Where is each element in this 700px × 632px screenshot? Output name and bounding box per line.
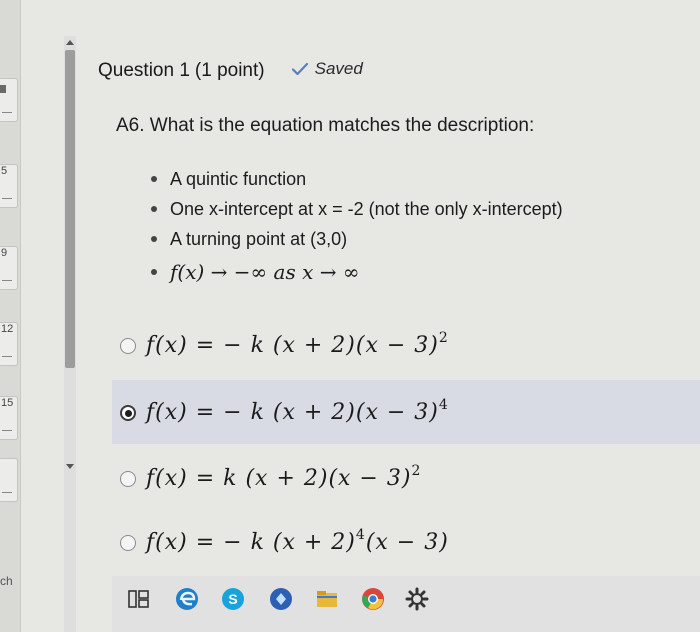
chrome-icon[interactable] [360,586,386,612]
nav-tile-underline [2,430,12,431]
description-item: f(x) → −∞ as x → ∞ [148,254,563,287]
question-prompt: A6. What is the equation matches the des… [116,115,535,136]
answer-option-c[interactable]: f(x) = k (x + 2)(x − 3)2 [120,463,422,491]
description-text: f(x) → −∞ as x → ∞ [170,260,360,284]
radio-button[interactable] [120,337,136,354]
answer-option-d[interactable]: f(x) = − k (x + 2)4(x − 3) [120,527,449,555]
option-equation: f(x) = − k (x + 2)4(x − 3) [146,527,449,555]
description-item: A quintic function [148,164,563,194]
saved-label: Saved [314,59,363,78]
nav-tile[interactable]: 5 [0,164,18,208]
answer-option-b[interactable]: f(x) = − k (x + 2)(x − 3)4 [120,397,449,425]
skype-icon[interactable]: S [220,586,246,612]
bullet-dot [151,269,157,275]
file-explorer-icon[interactable] [314,586,340,612]
question-nav-strip: 5 9 12 15 ch [0,0,21,632]
equation-text: f(x) = − k (x + 2)(x − 3) [146,400,439,425]
equation-exponent: 2 [438,330,449,346]
scroll-down-arrow-icon[interactable] [66,464,74,469]
radio-button[interactable] [120,534,136,551]
option-equation: f(x) = − k (x + 2)(x − 3)4 [146,397,449,425]
task-view-icon[interactable] [126,586,152,612]
teams-icon[interactable] [268,586,294,612]
question-points: (1 point) [194,60,265,81]
bullet-dot [151,206,157,212]
nav-tile-underline [2,112,12,113]
scroll-up-arrow-icon[interactable] [66,40,74,45]
settings-gear-icon[interactable] [404,586,430,612]
equation-text: f(x) = k (x + 2)(x − 3) [146,466,412,491]
radio-button-selected[interactable] [120,404,136,421]
equation-text: f(x) = − k (x + 2) [146,530,356,555]
checkmark-icon [291,62,308,76]
nav-tile[interactable] [0,78,18,122]
equation-exponent: 4 [438,397,449,413]
scrollbar-thumb[interactable] [65,50,75,368]
nav-tile-number: 15 [1,397,14,409]
svg-text:S: S [228,591,237,607]
nav-tile-underline [2,280,12,281]
nav-tile-number: 9 [1,247,8,259]
nav-tile-underline [2,198,12,199]
description-text: One x-intercept at x = -2 (not the only … [170,199,563,219]
description-item: A turning point at (3,0) [148,224,563,254]
option-equation: f(x) = k (x + 2)(x − 3)2 [146,463,422,491]
nav-tile-number: 5 [1,165,8,177]
nav-tile[interactable]: 9 [0,246,18,290]
nav-tile-underline [2,356,12,357]
saved-status: Saved [291,59,363,79]
bullet-dot [151,236,157,242]
question-header: Question 1 (1 point) Saved [98,59,363,82]
question-title: Question 1 [98,60,190,81]
nav-bottom-label: ch [0,574,13,588]
description-item: One x-intercept at x = -2 (not the only … [148,194,563,224]
radio-button[interactable] [120,470,136,487]
edge-browser-icon[interactable] [174,586,200,612]
equation-text-tail: (x − 3) [365,530,449,555]
nav-tile-underline [2,492,12,493]
description-text: A turning point at (3,0) [170,229,348,249]
option-equation: f(x) = − k (x + 2)(x − 3)2 [146,330,449,358]
nav-tile[interactable] [0,458,18,502]
bullet-dot [151,176,157,182]
nav-tile[interactable]: 12 [0,322,18,366]
equation-exponent: 4 [355,527,366,543]
answer-option-a[interactable]: f(x) = − k (x + 2)(x − 3)2 [120,330,449,358]
nav-tile[interactable]: 15 [0,396,18,440]
description-list: A quintic function One x-intercept at x … [148,164,563,287]
nav-tile-marker [0,85,6,93]
description-text: A quintic function [170,169,307,189]
equation-text: f(x) = − k (x + 2)(x − 3) [146,333,439,358]
equation-exponent: 2 [411,463,422,479]
nav-tile-number: 12 [1,323,14,335]
